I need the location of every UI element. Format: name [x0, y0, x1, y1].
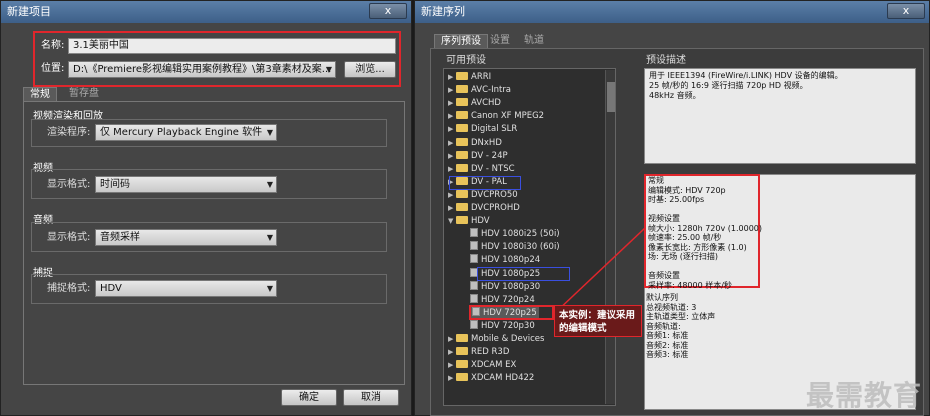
callout-line	[555, 227, 646, 313]
recommended-mode-callout: 本实例：建议采用的编辑模式	[554, 305, 642, 337]
watermark-logo: 最需教育	[805, 379, 922, 412]
